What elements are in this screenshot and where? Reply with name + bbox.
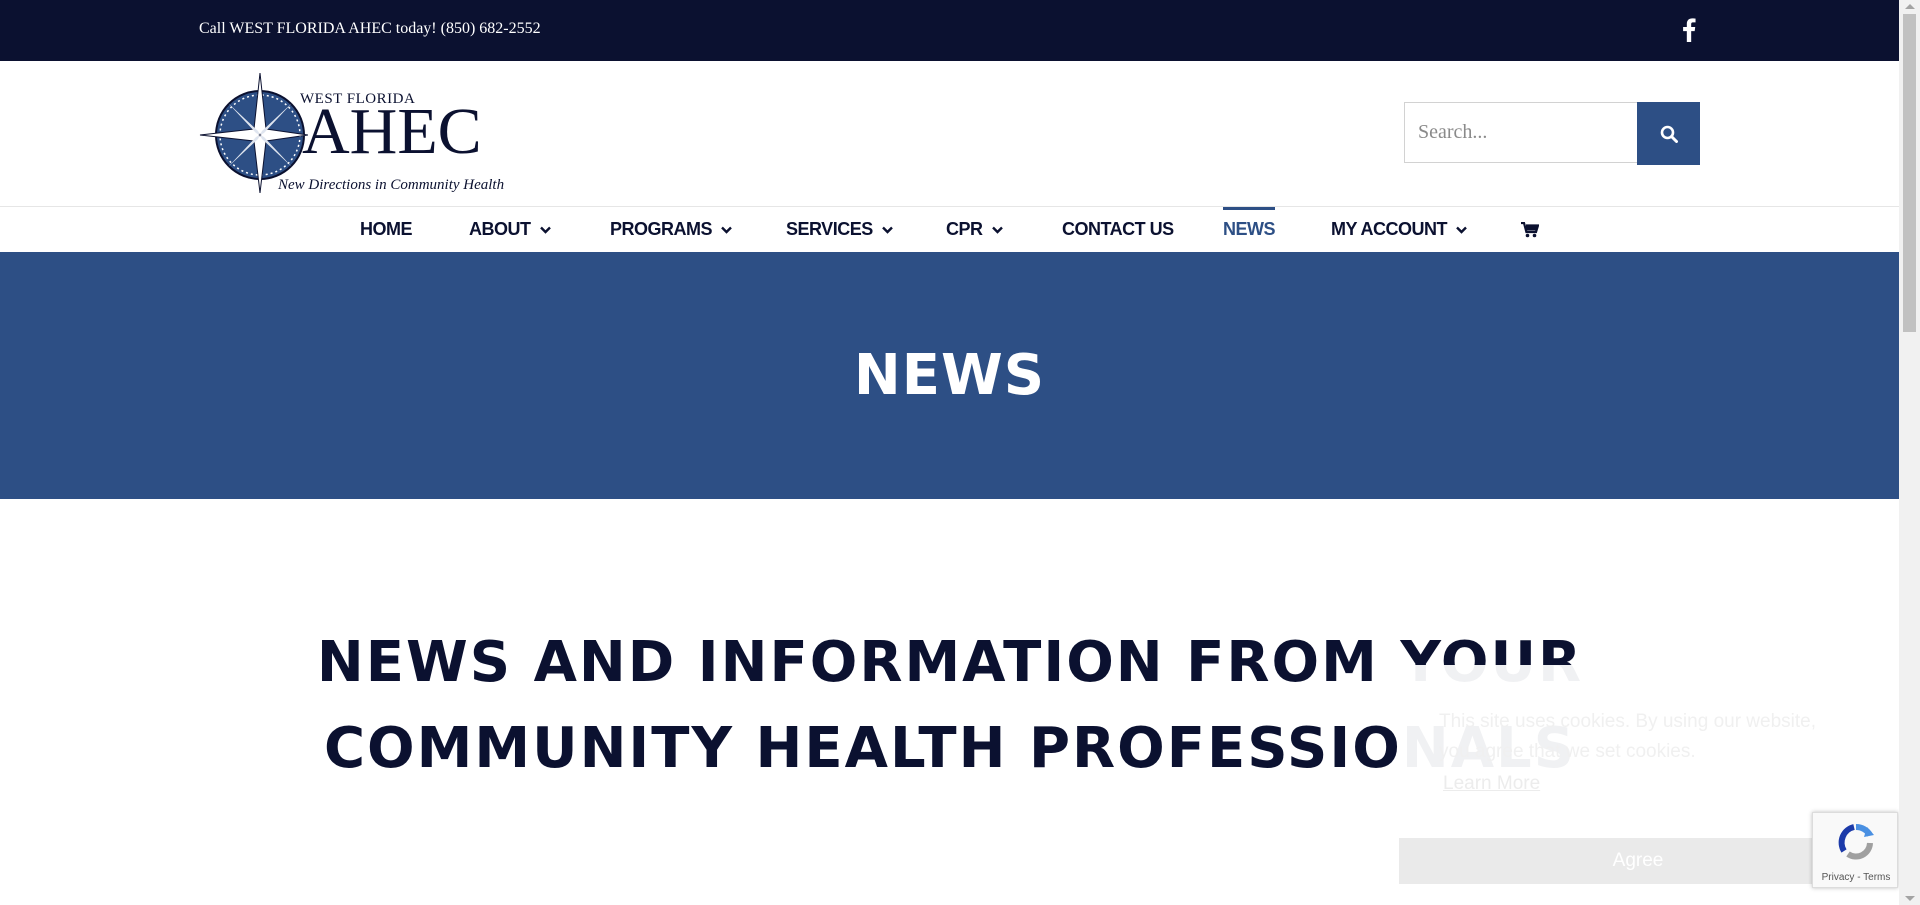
compass-logo-icon	[199, 73, 308, 193]
nav-item-services[interactable]: SERVICES	[786, 207, 893, 252]
search-button[interactable]	[1637, 102, 1700, 165]
search-icon	[1660, 125, 1678, 143]
nav-item-news[interactable]: NEWS	[1223, 207, 1276, 252]
chevron-down-icon	[539, 226, 551, 234]
search-form	[1404, 102, 1700, 165]
nav-item-label: MY ACCOUNT	[1331, 219, 1448, 239]
nav-item-cart[interactable]	[1521, 207, 1539, 252]
chevron-down-icon	[881, 226, 893, 234]
chevron-down-icon	[991, 226, 1003, 234]
top-bar: Call WEST FLORIDA AHEC today! (850) 682-…	[0, 0, 1899, 61]
facebook-icon[interactable]	[1680, 18, 1698, 42]
page-scrollbar[interactable]	[1899, 0, 1920, 905]
page-title: NEWS	[853, 343, 1046, 408]
cart-icon	[1521, 221, 1539, 237]
nav-item-label: PROGRAMS	[610, 219, 713, 239]
site-logo[interactable]: WEST FLORIDA AHEC New Directions in Comm…	[198, 73, 510, 195]
nav-item-programs[interactable]: PROGRAMS	[610, 207, 732, 252]
recaptcha-icon	[1838, 823, 1874, 860]
cookie-agree-button[interactable]: Agree	[1399, 838, 1877, 884]
logo-tagline: New Directions in Community Health	[278, 177, 505, 193]
call-text: Call WEST FLORIDA AHEC today! (850) 682-…	[199, 20, 541, 37]
logo-main-text: AHEC	[302, 95, 482, 168]
scroll-up-icon[interactable]	[1905, 4, 1915, 9]
nav-item-my-account[interactable]: MY ACCOUNT	[1331, 207, 1467, 252]
search-input[interactable]	[1404, 102, 1638, 163]
recaptcha-badge[interactable]: Privacy - Terms	[1812, 812, 1898, 888]
main-nav: HOME ABOUT PROGRAMS SERVICES CPR CONTACT…	[0, 207, 1899, 252]
nav-item-label: NEWS	[1223, 219, 1276, 239]
scrollbar-thumb[interactable]	[1903, 14, 1916, 332]
nav-item-label: ABOUT	[469, 219, 531, 239]
cookie-message: This site uses cookies. By using our web…	[1439, 711, 1817, 762]
site-header: WEST FLORIDA AHEC New Directions in Comm…	[0, 61, 1899, 207]
nav-item-cpr[interactable]: CPR	[946, 207, 1003, 252]
nav-item-label: HOME	[360, 219, 413, 239]
chevron-down-icon	[721, 226, 732, 234]
scroll-down-icon[interactable]	[1905, 896, 1915, 901]
chevron-down-icon	[1456, 226, 1467, 234]
cookie-learn-more-link[interactable]: Learn More	[1443, 773, 1540, 795]
nav-item-label: CONTACT US	[1062, 219, 1174, 239]
nav-item-label: SERVICES	[786, 219, 873, 239]
page-title-bar: NEWS	[0, 252, 1899, 499]
cookie-notice: This site uses cookies. By using our web…	[1399, 665, 1877, 905]
nav-item-contact-us[interactable]: CONTACT US	[1062, 207, 1174, 252]
recaptcha-terms[interactable]: Privacy - Terms	[1813, 872, 1899, 883]
nav-item-about[interactable]: ABOUT	[469, 207, 551, 252]
nav-item-home[interactable]: HOME	[360, 207, 413, 252]
nav-item-label: CPR	[946, 219, 983, 239]
